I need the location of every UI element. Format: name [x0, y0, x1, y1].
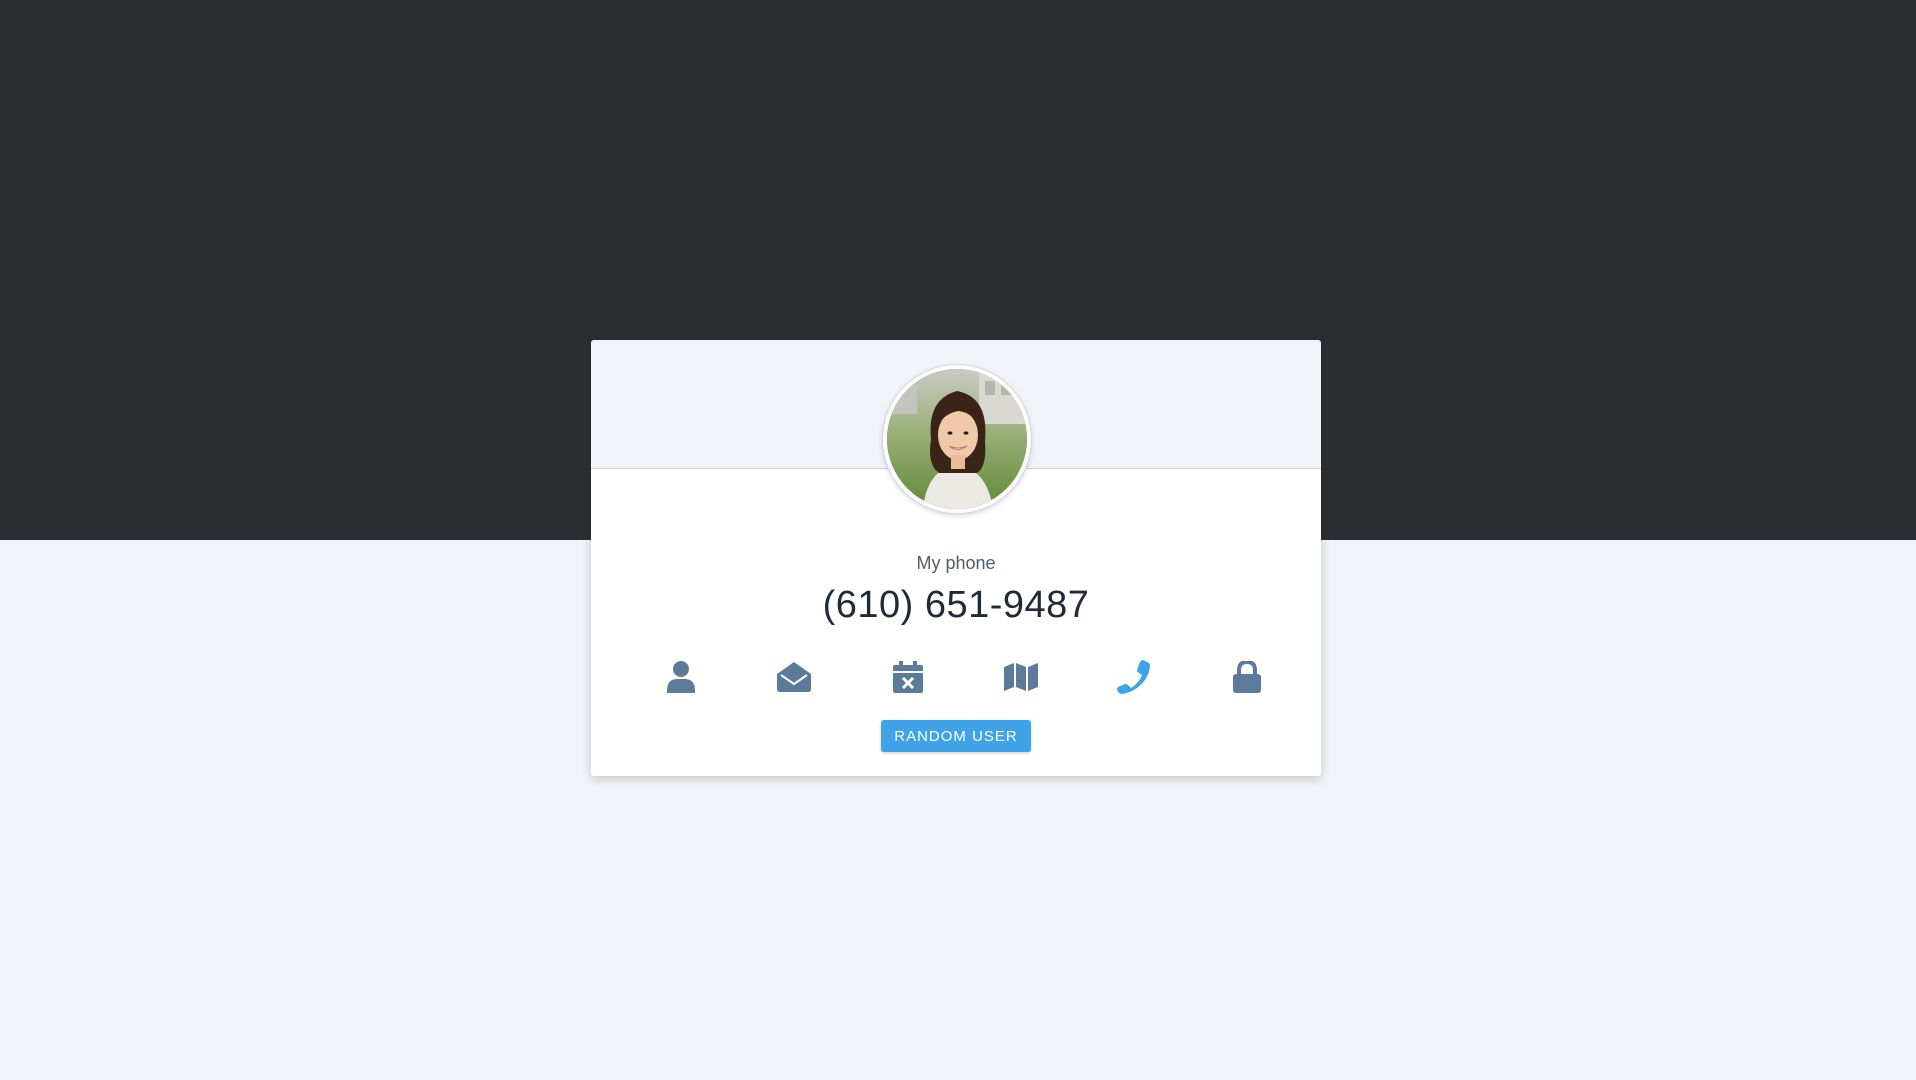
avatar-photo — [887, 369, 1027, 509]
envelope-open-icon[interactable] — [769, 652, 819, 702]
field-label: My phone — [916, 553, 996, 573]
calendar-icon[interactable] — [883, 652, 933, 702]
lock-icon[interactable] — [1222, 652, 1272, 702]
user-card: My phone (610) 651-9487 RANDOM USER — [591, 340, 1321, 776]
user-icon[interactable] — [656, 652, 706, 702]
random-user-button[interactable]: RANDOM USER — [881, 720, 1031, 752]
phone-icon[interactable] — [1109, 652, 1159, 702]
avatar — [883, 365, 1031, 513]
info-icon-bar — [639, 652, 1303, 702]
map-icon[interactable] — [996, 652, 1046, 702]
field-value: (610) 651-9487 — [822, 584, 1090, 626]
